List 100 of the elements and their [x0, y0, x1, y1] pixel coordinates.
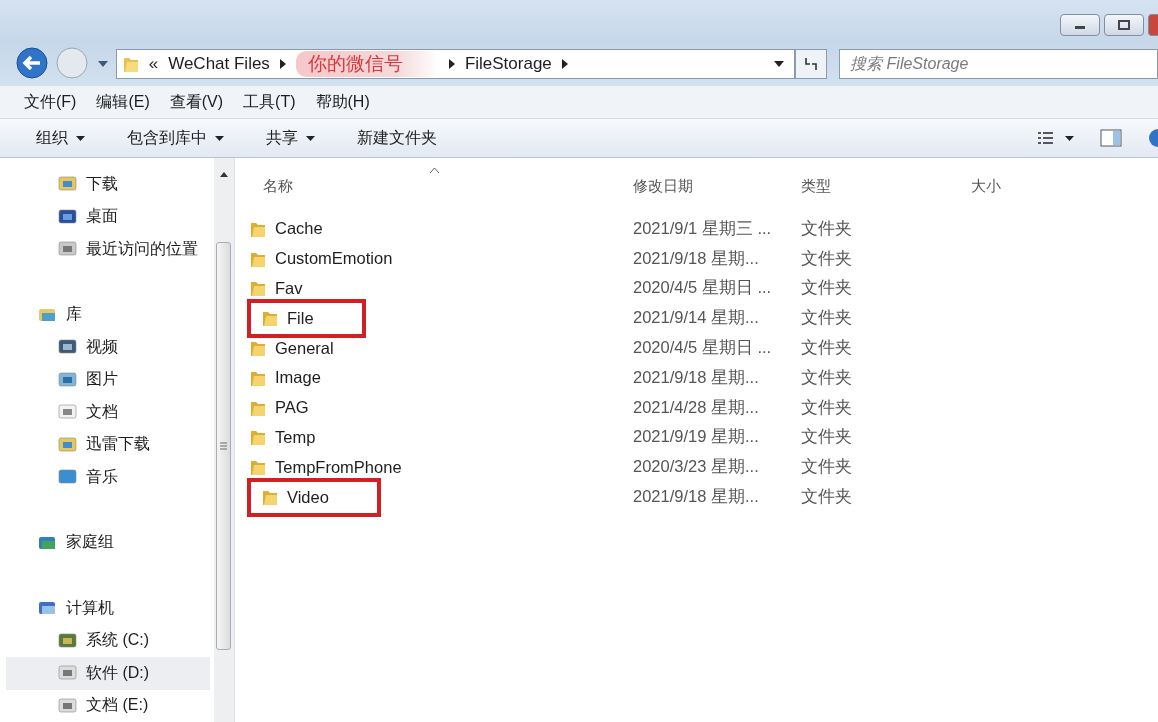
- table-cell-text: 文件夹: [801, 426, 852, 448]
- sidebar-item[interactable]: 图片: [6, 363, 210, 396]
- table-cell-text: 2021/9/18 星期...: [633, 247, 760, 269]
- table-cell-text: 文件夹: [801, 396, 852, 418]
- sidebar-item[interactable]: 文档 (E:): [6, 689, 210, 722]
- table-cell-text: 2021/9/1 星期三 ...: [633, 217, 773, 239]
- sidebar-item[interactable]: 音乐: [6, 461, 210, 494]
- sidebar-item[interactable]: 下载: [6, 168, 210, 201]
- caret-icon[interactable]: [774, 61, 785, 67]
- file-name-cell[interactable]: File: [247, 298, 366, 338]
- table-cell-text: 2021/9/18 星期...: [633, 366, 760, 388]
- sidebar-item[interactable]: 最近访问的位置: [6, 233, 210, 266]
- scroll-up-icon[interactable]: [220, 172, 228, 177]
- breadcrumb[interactable]: FileStorage: [464, 54, 552, 74]
- sidebar-group[interactable]: 计算机: [0, 592, 214, 625]
- file-name: CustomEmotion: [275, 248, 393, 270]
- search-field[interactable]: 搜索 FileStorage: [839, 49, 1158, 79]
- toolbar-button[interactable]: 新建文件夹: [347, 121, 447, 155]
- table-cell-text: 2020/3/23 星期...: [633, 456, 760, 478]
- column-header[interactable]: 修改日期: [633, 158, 801, 214]
- sidebar-item[interactable]: 桌面: [6, 200, 210, 233]
- table-cell-text: 2021/9/14 星期...: [633, 307, 760, 329]
- file-name: Temp: [275, 426, 316, 448]
- file-name-cell[interactable]: Temp: [249, 423, 605, 451]
- table-cell-text: 文件夹: [801, 366, 852, 388]
- refresh-icon: [803, 56, 820, 72]
- chevron-icon[interactable]: [279, 59, 286, 69]
- sidebar-icon: [58, 468, 78, 487]
- sidebar-item[interactable]: 软件 (D:): [6, 657, 210, 690]
- scrollbar[interactable]: [214, 158, 234, 722]
- menu-item[interactable]: 帮助(H): [315, 91, 370, 113]
- table-cell-text: 文件夹: [801, 456, 852, 478]
- address-bar[interactable]: « WeChat Files 你的微信号 FileStorage: [115, 49, 796, 79]
- caret-icon: [215, 135, 224, 141]
- column-header[interactable]: 大小: [971, 158, 1091, 214]
- sidebar-item[interactable]: 文档: [6, 396, 210, 429]
- folder-icon: [261, 488, 279, 507]
- sidebar-item[interactable]: 系统 (C:): [6, 624, 210, 657]
- sidebar-icon: [58, 631, 78, 650]
- sidebar-icon: [58, 240, 78, 259]
- file-name-cell[interactable]: Video: [247, 477, 381, 517]
- sidebar-icon: [58, 207, 78, 226]
- menu-item[interactable]: 文件(F): [24, 91, 77, 113]
- path-overflow[interactable]: «: [148, 54, 159, 74]
- table-cell-text: 文件夹: [801, 247, 852, 269]
- table-cell-text: 2021/9/19 星期...: [633, 426, 760, 448]
- minimize-button[interactable]: [1060, 14, 1100, 36]
- column-title: 名称: [263, 176, 293, 196]
- file-name-cell[interactable]: Image: [249, 364, 605, 392]
- table-cell-text: 文件夹: [801, 217, 852, 239]
- caret-icon: [306, 135, 315, 141]
- sidebar-item[interactable]: 视频: [6, 331, 210, 364]
- table-cell-text: 2021/9/18 星期...: [633, 486, 760, 508]
- column-title: 大小: [971, 176, 1001, 196]
- column-header[interactable]: 类型: [801, 158, 971, 214]
- back-button[interactable]: [14, 46, 50, 82]
- breadcrumb[interactable]: WeChat Files: [168, 54, 270, 74]
- table-cell-text: 2020/4/5 星期日 ...: [633, 337, 773, 359]
- menu-item[interactable]: 编辑(E): [96, 91, 150, 113]
- sidebar-icon: [58, 403, 78, 422]
- toolbar-button[interactable]: 组织: [26, 121, 95, 155]
- sidebar-icon: [58, 370, 78, 389]
- sidebar-icon: [58, 175, 78, 194]
- file-name: Fav: [275, 278, 303, 299]
- folder-icon: [249, 339, 267, 358]
- file-name-cell[interactable]: Cache: [249, 215, 605, 243]
- folder-icon: [249, 279, 267, 298]
- file-name: Cache: [275, 218, 323, 240]
- sidebar-group[interactable]: 库: [0, 298, 214, 331]
- chevron-icon[interactable]: [561, 59, 568, 69]
- file-name: PAG: [275, 397, 309, 419]
- file-name-cell[interactable]: PAG: [249, 394, 605, 422]
- close-button[interactable]: [1148, 14, 1158, 36]
- folder-icon: [249, 458, 267, 477]
- menu-item[interactable]: 工具(T): [243, 91, 296, 113]
- refresh-button[interactable]: [795, 49, 828, 79]
- table-cell-text: 文件夹: [801, 486, 852, 508]
- table-cell-text: 2020/4/5 星期日 ...: [633, 277, 773, 299]
- menu-item[interactable]: 查看(V): [169, 91, 224, 113]
- column-title: 修改日期: [633, 176, 693, 196]
- file-name: Image: [275, 367, 321, 389]
- sidebar-icon: [58, 338, 78, 357]
- table-cell-text: 文件夹: [801, 337, 852, 359]
- sidebar-item[interactable]: 迅雷下载: [6, 428, 210, 461]
- file-name: File: [287, 307, 314, 329]
- toolbar-button[interactable]: 包含到库中: [117, 121, 234, 155]
- table-cell-text: 文件夹: [801, 307, 852, 329]
- scrollbar-thumb[interactable]: [216, 242, 231, 650]
- chevron-icon[interactable]: [448, 59, 455, 69]
- column-header[interactable]: 名称: [235, 158, 633, 214]
- folder-icon: [261, 309, 279, 328]
- sidebar-icon: [58, 696, 78, 715]
- file-name-cell[interactable]: CustomEmotion: [249, 245, 605, 273]
- column-title: 类型: [801, 176, 831, 196]
- file-name: General: [275, 337, 334, 359]
- sort-icon: [430, 168, 439, 173]
- toolbar-button[interactable]: 共享: [256, 121, 325, 155]
- maximize-button[interactable]: [1104, 14, 1144, 36]
- sidebar-group[interactable]: 家庭组: [0, 526, 214, 559]
- maximize-icon: [1117, 20, 1131, 30]
